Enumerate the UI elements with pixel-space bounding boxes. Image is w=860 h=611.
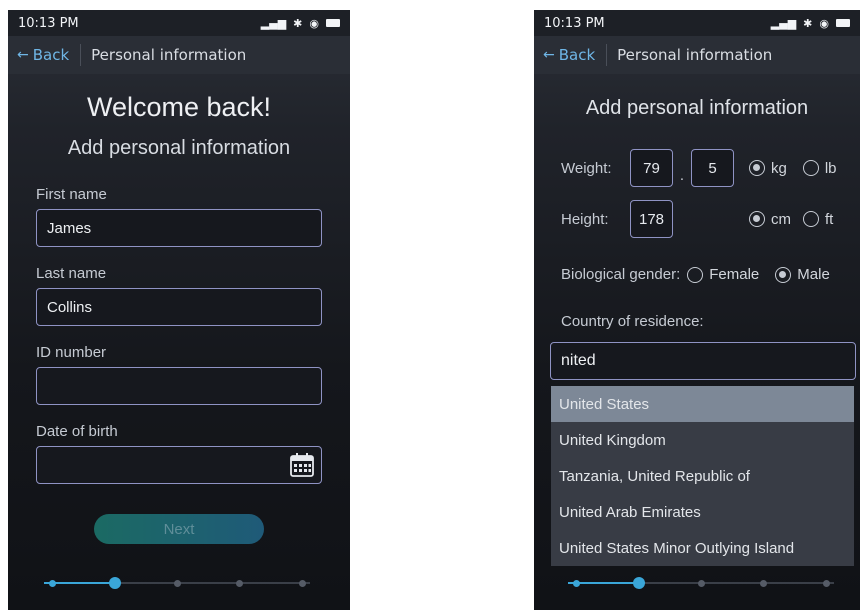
gender-male-label: Male (797, 266, 830, 283)
step-progress (568, 576, 838, 590)
weight-separator: . (679, 166, 685, 184)
status-bar: 10:13 PM ▂▄▆ ✱ ◉ (8, 10, 350, 36)
progress-step-dot (760, 579, 767, 587)
country-option[interactable]: United Kingdom (551, 422, 854, 458)
height-row: Height: 178 cm ft (561, 200, 833, 238)
wifi-icon: ◉ (309, 16, 319, 30)
status-bar: 10:13 PM ▂▄▆ ✱ ◉ (534, 10, 860, 36)
weight-whole-input[interactable]: 79 (630, 149, 673, 187)
unit-ft-radio[interactable]: ft (803, 211, 833, 228)
radio-selected-icon (749, 160, 765, 176)
date-of-birth-label: Date of birth (36, 423, 118, 440)
nav-title: Personal information (91, 46, 247, 64)
radio-unselected-icon (803, 211, 819, 227)
gender-label: Biological gender: (561, 266, 681, 283)
unit-cm-label: cm (771, 210, 791, 228)
country-search-input[interactable]: nited (550, 342, 856, 380)
nav-bar: ← Back Personal information (8, 36, 350, 74)
bluetooth-icon: ✱ (293, 16, 303, 30)
nav-bar: ← Back Personal information (534, 36, 860, 74)
step-progress (44, 576, 314, 590)
unit-lb-radio[interactable]: lb (802, 159, 837, 177)
progress-step-dot (632, 577, 645, 589)
progress-step-dot (108, 577, 121, 589)
back-label: Back (32, 46, 70, 64)
date-of-birth-field[interactable] (36, 446, 322, 484)
progress-step-dot (48, 579, 56, 587)
progress-step-dot (236, 579, 243, 587)
bluetooth-icon: ✱ (803, 16, 813, 30)
radio-selected-icon (775, 266, 792, 283)
wifi-icon: ◉ (819, 16, 829, 30)
country-label: Country of residence: (561, 313, 704, 330)
country-option[interactable]: United States Minor Outlying Island (551, 530, 854, 566)
height-label: Height: (561, 210, 609, 228)
first-name-label: First name (36, 186, 107, 203)
nav-divider (606, 44, 608, 66)
nav-title: Personal information (617, 46, 773, 64)
country-option[interactable]: United States (551, 386, 854, 422)
country-option[interactable]: United Arab Emirates (551, 494, 854, 530)
phone-screen-right: 10:13 PM ▂▄▆ ✱ ◉ ← Back Personal informa… (534, 10, 860, 610)
status-time: 10:13 PM (18, 15, 79, 31)
weight-label: Weight: (561, 159, 612, 177)
back-arrow-icon: ← (17, 47, 29, 63)
unit-cm-radio[interactable]: cm (749, 211, 791, 228)
unit-kg-label: kg (771, 159, 787, 177)
gender-female-label: Female (709, 266, 760, 283)
unit-ft-label: ft (825, 210, 834, 228)
id-number-label: ID number (36, 344, 107, 361)
status-time: 10:13 PM (544, 15, 605, 31)
progress-step-dot (697, 579, 705, 587)
height-input[interactable]: 178 (630, 200, 673, 238)
progress-step-dot (822, 579, 830, 587)
last-name-field[interactable]: Collins (36, 288, 322, 326)
welcome-title: Welcome back! (86, 92, 272, 122)
progress-step-dot (173, 579, 181, 587)
gender-male-radio[interactable]: Male (775, 266, 830, 283)
status-icons: ▂▄▆ ✱ ◉ (771, 17, 850, 30)
signal-icon: ▂▄▆ (260, 16, 287, 30)
calendar-icon[interactable] (289, 452, 315, 478)
page-title: Add personal information (585, 97, 809, 119)
radio-selected-icon (749, 211, 765, 227)
radio-unselected-icon (802, 160, 819, 176)
gender-row: Biological gender: Female Male (561, 266, 830, 283)
back-label: Back (558, 46, 596, 64)
back-button[interactable]: ← Back (543, 46, 595, 64)
nav-divider (80, 44, 82, 66)
country-option[interactable]: Tanzania, United Republic of (551, 458, 854, 494)
unit-lb-label: lb (824, 159, 837, 177)
status-icons: ▂▄▆ ✱ ◉ (261, 17, 340, 30)
gender-female-radio[interactable]: Female (687, 266, 759, 283)
back-button[interactable]: ← Back (17, 46, 69, 64)
signal-icon: ▂▄▆ (770, 16, 797, 30)
progress-step-dot (572, 579, 580, 587)
battery-icon (836, 19, 850, 27)
first-name-field[interactable]: James (36, 209, 322, 247)
unit-kg-radio[interactable]: kg (749, 160, 787, 177)
next-button[interactable]: Next (94, 514, 264, 544)
battery-icon (326, 19, 340, 27)
radio-unselected-icon (687, 266, 704, 283)
id-number-field[interactable] (36, 367, 322, 405)
weight-decimal-input[interactable]: 5 (691, 149, 734, 187)
phone-screen-left: 10:13 PM ▂▄▆ ✱ ◉ ← Back Personal informa… (8, 10, 350, 610)
page-subtitle: Add personal information (67, 137, 291, 159)
country-dropdown: United States United Kingdom Tanzania, U… (551, 386, 854, 566)
back-arrow-icon: ← (543, 47, 555, 63)
last-name-label: Last name (36, 265, 107, 282)
progress-step-dot (298, 579, 306, 587)
weight-row: Weight: 79 . 5 kg lb (561, 149, 837, 187)
